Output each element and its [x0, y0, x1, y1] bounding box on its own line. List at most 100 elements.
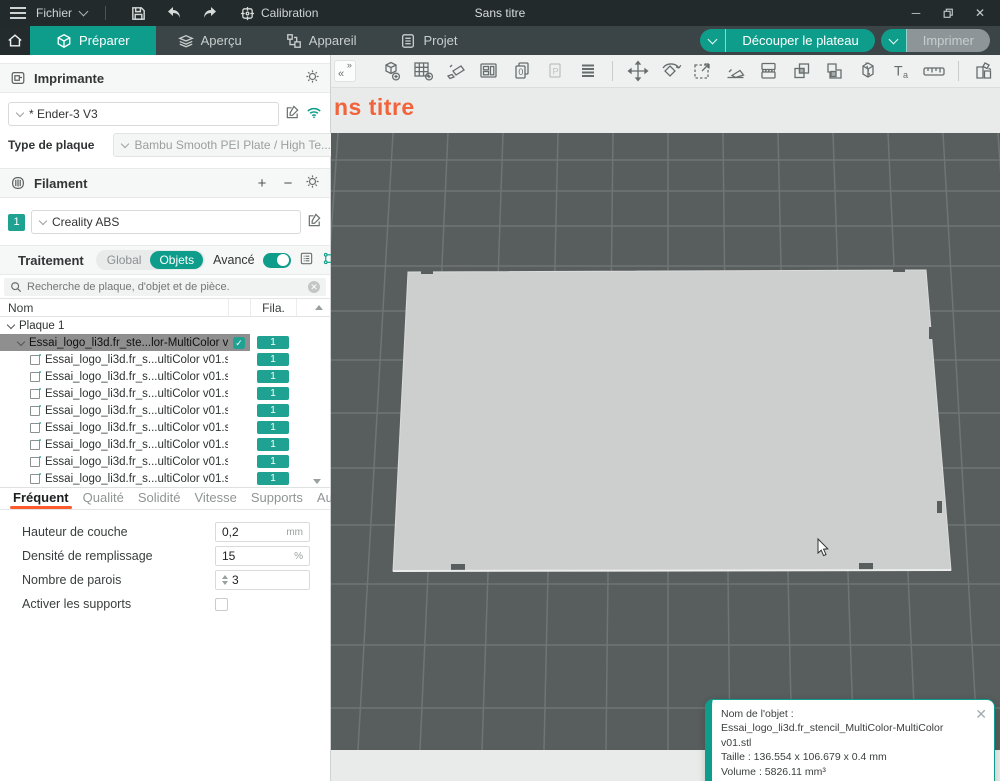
- spin-up-icon[interactable]: [222, 575, 228, 579]
- save-button[interactable]: [124, 3, 152, 23]
- filament-badge[interactable]: 1: [257, 438, 289, 451]
- edit-filament-button[interactable]: [307, 213, 322, 231]
- filament-badge[interactable]: 1: [257, 421, 289, 434]
- variable-infill-button[interactable]: [819, 58, 852, 84]
- scroll-down-icon[interactable]: [313, 479, 321, 484]
- collapse-chevron-icon[interactable]: [17, 337, 25, 345]
- calibration-button[interactable]: Calibration: [240, 6, 318, 21]
- part-label: Essai_logo_li3d.fr_s...ultiColor v01.stl…: [45, 388, 228, 400]
- tab-project[interactable]: Projet: [378, 26, 479, 55]
- print-button[interactable]: Imprimer: [907, 29, 990, 52]
- tree-row-object[interactable]: Essai_logo_li3d.fr_ste...lor-MultiColor …: [0, 334, 330, 351]
- wall-count-input[interactable]: [232, 573, 303, 587]
- measure-button[interactable]: [917, 58, 950, 84]
- tab-strength[interactable]: Solidité: [131, 490, 188, 509]
- tree-row-part[interactable]: Essai_logo_li3d.fr_s...ultiColor v01.stl…: [0, 351, 330, 368]
- tab-prepare[interactable]: Préparer: [30, 26, 156, 55]
- model-object[interactable]: [393, 270, 951, 571]
- scope-objects-button[interactable]: Objets: [150, 251, 203, 269]
- tree-row-part[interactable]: Essai_logo_li3d.fr_s...ultiColor v01.stl…: [0, 453, 330, 470]
- redo-button[interactable]: [196, 3, 224, 23]
- svg-text:T: T: [894, 63, 903, 79]
- layers-stack-button[interactable]: [571, 58, 604, 84]
- main-menu-button[interactable]: Fichier: [10, 6, 87, 20]
- text-button[interactable]: Ta: [884, 58, 917, 84]
- document-icon: [400, 33, 416, 49]
- tree-row-part[interactable]: Essai_logo_li3d.fr_s...ultiColor v01.stl…: [0, 419, 330, 436]
- tree-row-part[interactable]: Essai_logo_li3d.fr_s...ultiColor v01.stl…: [0, 436, 330, 453]
- tree-row-plate[interactable]: Plaque 1: [0, 317, 330, 334]
- edit-printer-button[interactable]: [285, 105, 300, 123]
- collapse-sidebar-button[interactable]: «»: [334, 60, 356, 82]
- remove-filament-button[interactable]: −: [279, 174, 297, 192]
- filament-badge[interactable]: 1: [257, 404, 289, 417]
- tab-device[interactable]: Appareil: [264, 26, 379, 55]
- spin-down-icon[interactable]: [222, 581, 228, 585]
- home-button[interactable]: [0, 26, 30, 55]
- lay-on-face-button[interactable]: [720, 58, 753, 84]
- tab-quality[interactable]: Qualité: [76, 490, 131, 509]
- wall-count-stepper[interactable]: [222, 575, 228, 585]
- filament-badge[interactable]: 1: [257, 387, 289, 400]
- tooltip-close-button[interactable]: ✕: [975, 705, 987, 724]
- filament-badge[interactable]: 1: [257, 370, 289, 383]
- tab-frequent[interactable]: Fréquent: [6, 490, 76, 509]
- close-button[interactable]: ✕: [966, 2, 994, 24]
- filament-settings-button[interactable]: [305, 174, 320, 192]
- divider: [612, 61, 613, 81]
- move-button[interactable]: [621, 58, 654, 84]
- printer-settings-button[interactable]: [305, 69, 320, 87]
- scrollbar-top[interactable]: [296, 299, 330, 316]
- build-plate-scene[interactable]: [331, 88, 1000, 781]
- collapse-chevron-icon[interactable]: [7, 320, 15, 328]
- wifi-icon[interactable]: [306, 106, 322, 122]
- filament-select[interactable]: Creality ABS: [31, 210, 301, 234]
- auto-orient-button[interactable]: [440, 58, 473, 84]
- split-to-parts-button[interactable]: [967, 58, 1000, 84]
- arrange-button[interactable]: [473, 58, 506, 84]
- layer-height-input[interactable]: [222, 525, 282, 539]
- minimize-button[interactable]: ─: [902, 2, 930, 24]
- add-object-button[interactable]: [374, 58, 407, 84]
- tab-speed[interactable]: Vitesse: [187, 490, 243, 509]
- printer-name: * Ender-3 V3: [29, 107, 98, 121]
- add-plate-button[interactable]: [407, 58, 440, 84]
- slice-plate-button[interactable]: Découper le plateau: [726, 29, 874, 52]
- cut-button[interactable]: [851, 58, 884, 84]
- split-plate-button[interactable]: [753, 58, 786, 84]
- search-input[interactable]: [27, 281, 303, 293]
- undo-button[interactable]: [160, 3, 188, 23]
- filament-badge[interactable]: 1: [257, 455, 289, 468]
- tree-row-part[interactable]: Essai_logo_li3d.fr_s...ultiColor v01.stl…: [0, 470, 330, 487]
- slice-options-button[interactable]: [700, 29, 726, 52]
- filament-badge[interactable]: 1: [257, 472, 289, 485]
- scale-button[interactable]: [687, 58, 720, 84]
- infill-input[interactable]: [222, 549, 290, 563]
- scope-global-button[interactable]: Global: [98, 251, 151, 269]
- paste-button[interactable]: P: [538, 58, 571, 84]
- rotate-button[interactable]: [654, 58, 687, 84]
- object-checkbox[interactable]: ✓: [233, 337, 245, 349]
- parameter-list-button[interactable]: [299, 251, 314, 269]
- scroll-up-icon[interactable]: [315, 305, 323, 310]
- print-options-button[interactable]: [881, 29, 907, 52]
- restore-button[interactable]: [934, 2, 962, 24]
- boolean-button[interactable]: [786, 58, 819, 84]
- tree-row-part[interactable]: Essai_logo_li3d.fr_s...ultiColor v01.stl…: [0, 402, 330, 419]
- enable-supports-checkbox[interactable]: [215, 598, 228, 611]
- clone-button[interactable]: 0: [506, 58, 539, 84]
- filament-badge[interactable]: 1: [257, 336, 289, 349]
- tab-supports[interactable]: Supports: [244, 490, 310, 509]
- plate-type-select[interactable]: Bambu Smooth PEI Plate / High Te...: [113, 133, 340, 157]
- filament-slot-badge: 1: [8, 214, 25, 231]
- tree-row-part[interactable]: Essai_logo_li3d.fr_s...ultiColor v01.stl…: [0, 385, 330, 402]
- filament-badge[interactable]: 1: [257, 353, 289, 366]
- advanced-toggle[interactable]: [263, 253, 291, 268]
- canvas-3d[interactable]: ns titre: [331, 88, 1000, 781]
- settings-tabs: Fréquent Qualité Solidité Vitesse Suppor…: [0, 487, 330, 510]
- tab-preview[interactable]: Aperçu: [156, 26, 264, 55]
- add-filament-button[interactable]: +: [253, 174, 271, 192]
- printer-select[interactable]: * Ender-3 V3: [8, 102, 279, 126]
- tree-row-part[interactable]: Essai_logo_li3d.fr_s...ultiColor v01.stl…: [0, 368, 330, 385]
- clear-search-button[interactable]: ✕: [308, 281, 320, 293]
